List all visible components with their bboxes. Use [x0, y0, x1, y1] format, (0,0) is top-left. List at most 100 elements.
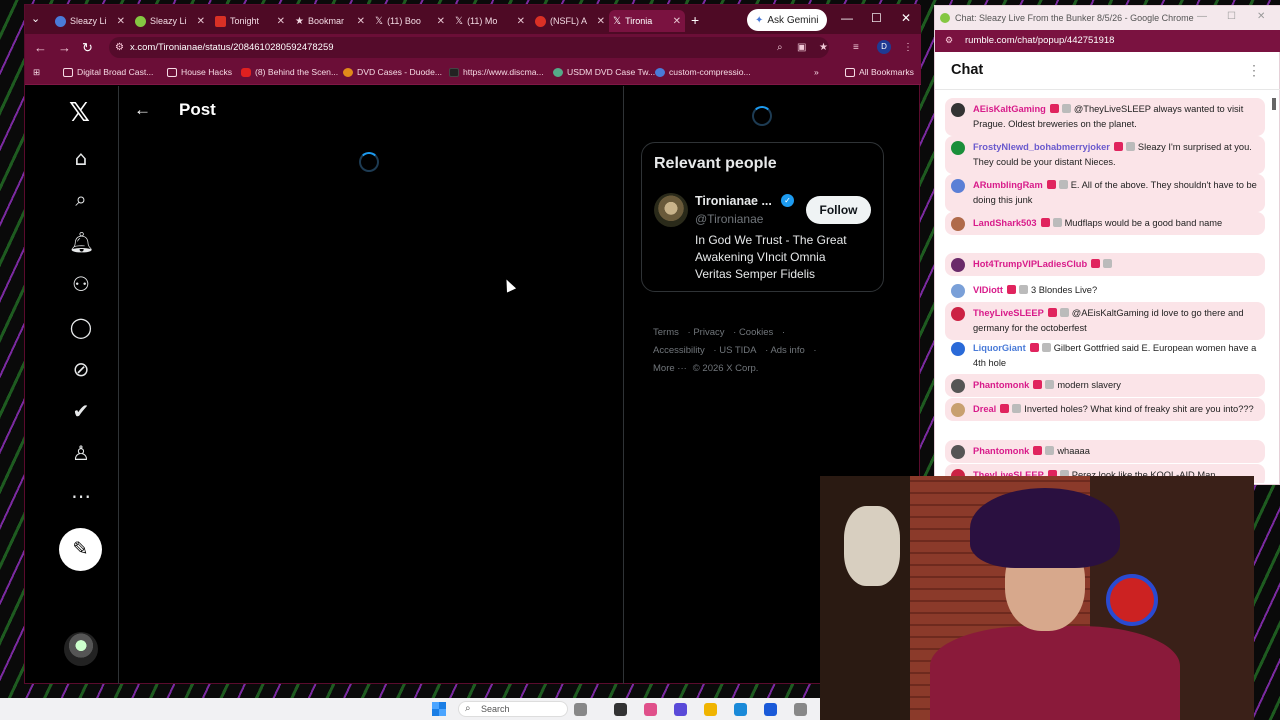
- verified-icon[interactable]: ✔︎: [69, 399, 93, 423]
- tab-7-active[interactable]: 𝕏 Tironia ✕: [609, 10, 685, 32]
- new-tab-icon[interactable]: +: [691, 12, 699, 28]
- chat-user-avatar[interactable]: [951, 258, 965, 272]
- kebab-menu-icon[interactable]: ⋮: [903, 42, 913, 53]
- file-explorer-icon[interactable]: [704, 703, 717, 716]
- tab-1[interactable]: Sleazy Li ✕: [131, 10, 209, 32]
- chat-message[interactable]: LiquorGiant Gilbert Gottfried said E. Eur…: [945, 337, 1265, 375]
- rumble-address-bar[interactable]: ⚙ rumble.com/chat/popup/442751918: [935, 30, 1280, 52]
- more-link[interactable]: More ···: [653, 363, 687, 374]
- chat-message[interactable]: TheyLiveSLEEP @AEisKaltGaming id love to …: [945, 302, 1265, 340]
- bookmark-item[interactable]: Digital Broad Cast...: [63, 67, 153, 77]
- bookmark-item[interactable]: USDM DVD Case Tw...: [553, 67, 655, 77]
- chat-username[interactable]: LandShark503: [973, 218, 1037, 228]
- compose-post-button[interactable]: ✎: [59, 528, 102, 571]
- tab-list-icon[interactable]: ≡: [853, 42, 859, 53]
- close-icon[interactable]: ✕: [437, 16, 445, 27]
- bookmark-item[interactable]: DVD Cases - Duode...: [343, 67, 442, 77]
- edge-icon[interactable]: [734, 703, 747, 716]
- chat-user-avatar[interactable]: [951, 179, 965, 193]
- address-bar[interactable]: ⚙ x.com/Tironianae/status/20846102805924…: [109, 37, 829, 58]
- chat-username[interactable]: Dreal: [973, 404, 996, 414]
- person-handle[interactable]: @Tironianae: [695, 212, 763, 226]
- privacy-link[interactable]: Privacy: [693, 327, 724, 338]
- chat-message-list[interactable]: AEisKaltGaming @TheyLiveSLEEP always want…: [945, 98, 1271, 483]
- task-view-icon[interactable]: [614, 703, 627, 716]
- chat-user-avatar[interactable]: [951, 445, 965, 459]
- chat-user-avatar[interactable]: [951, 141, 965, 155]
- bookmark-item[interactable]: House Hacks: [167, 67, 232, 77]
- home-icon[interactable]: ⌂: [69, 146, 93, 170]
- tab-2[interactable]: Tonight ✕: [211, 10, 289, 32]
- chat-message[interactable]: Hot4TrumpVIPLadiesClub: [945, 253, 1265, 276]
- chat-user-avatar[interactable]: [951, 284, 965, 298]
- chat-username[interactable]: Phantomonk: [973, 380, 1029, 390]
- maximize-icon[interactable]: ☐: [871, 11, 882, 25]
- back-arrow-icon[interactable]: ←: [134, 100, 151, 120]
- taskbar-widget-icon[interactable]: [574, 703, 587, 716]
- person-avatar[interactable]: [654, 193, 688, 227]
- messages-chat-icon[interactable]: ◯: [69, 315, 93, 339]
- kebab-menu-icon[interactable]: ⋮: [1247, 62, 1261, 79]
- follow-button[interactable]: Follow: [806, 196, 871, 224]
- search-icon[interactable]: ⌕: [69, 187, 93, 211]
- chat-message[interactable]: VIDiott 3 Blondes Live?: [945, 279, 1265, 302]
- minimize-icon[interactable]: —: [841, 11, 853, 25]
- teams-icon[interactable]: [674, 703, 687, 716]
- chat-user-avatar[interactable]: [951, 217, 965, 231]
- bookmark-item[interactable]: https://www.discma...: [449, 67, 544, 77]
- close-icon[interactable]: ✕: [117, 16, 125, 27]
- x-logo-icon[interactable]: 𝕏: [69, 98, 90, 128]
- close-icon[interactable]: ✕: [673, 16, 681, 27]
- follow-person-icon[interactable]: ⚇: [69, 272, 93, 296]
- chat-username[interactable]: Phantomonk: [973, 446, 1029, 456]
- minimize-icon[interactable]: —: [1197, 11, 1207, 22]
- tab-5[interactable]: 𝕏 (11) Mo ✕: [451, 10, 529, 32]
- cookies-link[interactable]: Cookies: [739, 327, 773, 338]
- zoom-icon[interactable]: ⌕: [777, 42, 783, 53]
- close-icon[interactable]: ✕: [597, 16, 605, 27]
- more-icon[interactable]: ⋯: [69, 484, 93, 508]
- close-window-icon[interactable]: ✕: [901, 11, 911, 25]
- chat-username[interactable]: VIDiott: [973, 285, 1003, 295]
- chat-user-avatar[interactable]: [951, 103, 965, 117]
- maximize-icon[interactable]: ☐: [1227, 11, 1236, 22]
- chat-username[interactable]: FrostyNlewd_bohabmerryjoker: [973, 142, 1110, 152]
- close-icon[interactable]: ✕: [357, 16, 365, 27]
- bookmarks-overflow-icon[interactable]: »: [814, 67, 819, 77]
- chat-user-avatar[interactable]: [951, 379, 965, 393]
- chat-message[interactable]: Phantomonk modern slavery: [945, 374, 1265, 397]
- accessibility-link[interactable]: Accessibility: [653, 345, 705, 356]
- site-info-icon[interactable]: ⚙: [115, 42, 124, 53]
- close-icon[interactable]: ✕: [197, 16, 205, 27]
- tab-6[interactable]: (NSFL) A ✕: [531, 10, 609, 32]
- notifications-bell-icon[interactable]: 🔔︎: [69, 230, 94, 254]
- profile-icon[interactable]: ♙: [69, 441, 93, 465]
- scrollbar-thumb[interactable]: [1272, 98, 1276, 110]
- profile-avatar[interactable]: D: [877, 40, 891, 54]
- windows-start-icon[interactable]: [432, 702, 446, 716]
- site-info-icon[interactable]: ⚙: [945, 35, 953, 46]
- copilot-icon[interactable]: [644, 703, 657, 716]
- chat-message[interactable]: FrostyNlewd_bohabmerryjoker Sleazy I'm su…: [945, 136, 1265, 174]
- taskbar-search[interactable]: ⌕ Search: [458, 701, 568, 717]
- chat-username[interactable]: LiquorGiant: [973, 343, 1026, 353]
- terms-link[interactable]: Terms: [653, 327, 679, 338]
- chat-user-avatar[interactable]: [951, 307, 965, 321]
- store-icon[interactable]: [764, 703, 777, 716]
- chat-message[interactable]: Phantomonk whaaaa: [945, 440, 1265, 463]
- chat-username[interactable]: AEisKaltGaming: [973, 104, 1046, 114]
- cast-icon[interactable]: ▣: [797, 42, 806, 53]
- reload-icon[interactable]: ↻: [82, 40, 93, 56]
- chat-scrollbar[interactable]: [1271, 98, 1277, 478]
- chat-message[interactable]: AEisKaltGaming @TheyLiveSLEEP always want…: [945, 98, 1265, 136]
- ads-info-link[interactable]: Ads info: [770, 345, 804, 356]
- chat-username[interactable]: Hot4TrumpVIPLadiesClub: [973, 259, 1087, 269]
- account-avatar[interactable]: [64, 632, 98, 666]
- person-name[interactable]: Tironianae ...: [695, 194, 785, 208]
- bookmark-item[interactable]: custom-compressio...: [655, 67, 751, 77]
- chat-message[interactable]: ARumblingRam E. All of the above. They sh…: [945, 174, 1265, 212]
- forward-icon[interactable]: →: [58, 40, 71, 55]
- chat-username[interactable]: TheyLiveSLEEP: [973, 308, 1044, 318]
- chat-user-avatar[interactable]: [951, 342, 965, 356]
- close-icon[interactable]: ✕: [277, 16, 285, 27]
